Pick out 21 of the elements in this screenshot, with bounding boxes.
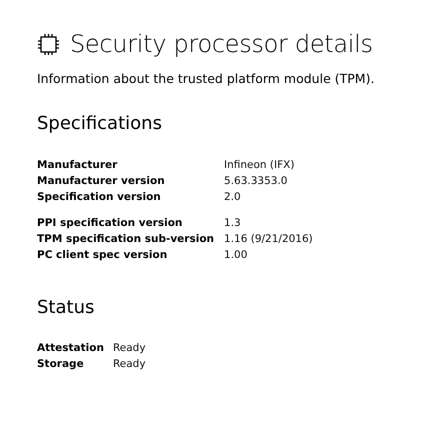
page-title: Security processor details — [70, 29, 373, 60]
property-label: Specification version — [37, 190, 162, 205]
section-heading: Status — [37, 296, 96, 320]
property-value: 1.16 (9/21/2016) — [224, 232, 313, 247]
property-value: 1.3 — [224, 216, 242, 231]
property-value: 5.63.3353.0 — [224, 174, 288, 189]
property-label: TPM specification sub-version — [37, 232, 214, 247]
property-label: Manufacturer version — [37, 174, 166, 189]
property-label: PC client spec version — [37, 248, 168, 263]
processor-chip-icon — [37, 32, 60, 56]
section-heading: Specifications — [37, 112, 163, 136]
property-label: PPI specification version — [37, 216, 184, 231]
property-value: Infineon (IFX) — [224, 158, 296, 173]
status-value: Ready — [112, 357, 146, 372]
status-label: Storage — [37, 357, 85, 372]
property-value: 2.0 — [224, 190, 242, 205]
page-description: Information about the trusted platform module (TPM). — [37, 71, 376, 86]
property-label: Manufacturer — [37, 158, 118, 173]
status-value: Ready — [112, 341, 146, 356]
status-label: Attestation — [37, 341, 104, 356]
property-value: 1.00 — [224, 248, 248, 263]
